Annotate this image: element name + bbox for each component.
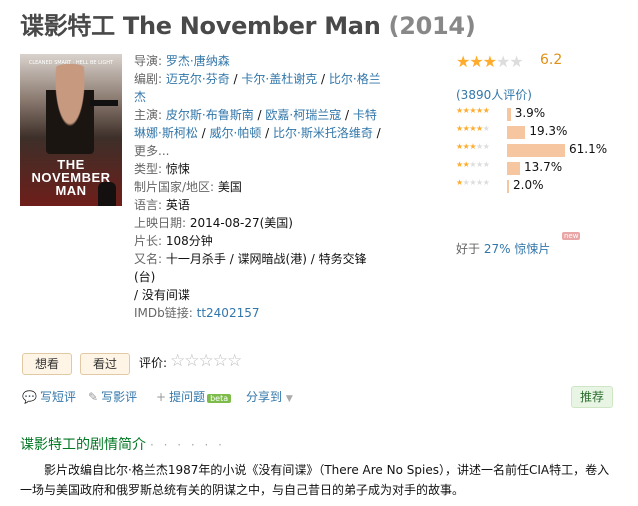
genre-row: 类型: 惊悚	[134, 160, 384, 178]
rating-dist-row: ★★★★★ 13.7%	[456, 160, 631, 178]
summary-heading: 谍影特工的剧情简介 · · · · · ·	[20, 437, 225, 453]
stars-1-icon: ★★★★★	[456, 178, 490, 187]
imdb-label: IMDb链接:	[134, 306, 193, 320]
cast-link[interactable]: 威尔·帕顿	[210, 126, 262, 140]
cast-label: 主演:	[134, 108, 163, 122]
plus-icon: +	[156, 390, 167, 404]
dist-bar	[507, 162, 520, 175]
better-than-link[interactable]: 27% 惊悚片	[484, 242, 551, 256]
language-label: 语言:	[134, 198, 163, 212]
dist-percent: 3.9%	[514, 106, 546, 120]
writer-label: 编剧:	[134, 72, 163, 86]
runtime-row: 片长: 108分钟	[134, 232, 384, 250]
director-label: 导演:	[134, 54, 163, 68]
action-bar: 💬 写短评 ✎ 写影评 + 提问题 beta 分享到 ▼	[22, 388, 618, 410]
aka-label: 又名:	[134, 252, 163, 266]
genre-value: 惊悚	[165, 162, 190, 176]
dist-percent: 61.1%	[569, 142, 608, 156]
dist-bar	[507, 144, 565, 157]
dist-bar	[507, 180, 509, 193]
want-button[interactable]: 想看	[22, 353, 72, 375]
cast-link[interactable]: 皮尔斯·布鲁斯南	[166, 108, 254, 122]
short-review-link[interactable]: 💬 写短评	[22, 388, 76, 405]
country-label: 制片国家/地区:	[134, 180, 215, 194]
aka-value: 十一月杀手 / 谍网暗战(港) / 特务交锋(台)	[134, 252, 367, 284]
dist-percent: 13.7%	[524, 160, 563, 174]
title-en: The November Man	[122, 12, 381, 40]
release-value: 2014-08-27(美国)	[189, 216, 293, 230]
movie-info: 导演: 罗杰·唐纳森 编剧: 迈克尔·芬奇 / 卡尔·盖杜谢克 / 比尔·格兰杰…	[134, 52, 384, 322]
writer-row: 编剧: 迈克尔·芬奇 / 卡尔·盖杜谢克 / 比尔·格兰杰	[134, 72, 381, 104]
runtime-value: 108分钟	[165, 234, 213, 248]
writer-link[interactable]: 卡尔·盖杜谢克	[241, 72, 317, 86]
language-row: 语言: 英语	[134, 196, 384, 214]
new-badge: new	[562, 232, 581, 240]
dist-percent: 2.0%	[513, 178, 544, 192]
stars-4-icon: ★★★★★	[456, 124, 490, 133]
comment-icon: 💬	[22, 390, 37, 404]
country-row: 制片国家/地区: 美国	[134, 178, 384, 196]
writer-link[interactable]: 迈克尔·芬奇	[166, 72, 230, 86]
rating-panel: ★★★★★ 6.2 (3890人评价) ★★★★★ 3.9% ★★★★★ 19.…	[456, 52, 626, 256]
runtime-label: 片长:	[134, 234, 163, 248]
rate-stars-input[interactable]: ☆☆☆☆☆	[170, 351, 242, 371]
aka-row-cont: / 没有间谍	[134, 288, 190, 302]
dist-bar	[507, 108, 511, 121]
stars-2-icon: ★★★★★	[456, 160, 490, 169]
rating-dist-row: ★★★★★ 2.0%	[456, 178, 631, 196]
beta-badge: beta	[207, 394, 232, 403]
release-row: 上映日期: 2014-08-27(美国)	[134, 214, 384, 232]
poster-gun	[90, 100, 118, 106]
rating-dist-row: ★★★★★ 19.3%	[456, 124, 631, 142]
summary-text: 影片改编自比尔·格兰杰1987年的小说《没有间谍》（There Are No S…	[20, 463, 610, 497]
cast-link[interactable]: 欧嘉·柯瑞兰寇	[265, 108, 341, 122]
director-link[interactable]: 罗杰·唐纳森	[166, 54, 230, 68]
dist-bar	[507, 126, 526, 139]
rating-score: 6.2	[540, 52, 563, 68]
share-link[interactable]: 分享到 ▼	[246, 388, 293, 405]
poster-figure	[46, 64, 94, 154]
poster-woman-figure	[98, 182, 116, 206]
language-value: 英语	[165, 198, 190, 212]
rating-dist-row: ★★★★★ 3.9%	[456, 106, 631, 124]
aka-row: 又名: 十一月杀手 / 谍网暗战(港) / 特务交锋(台)	[134, 250, 384, 286]
dist-percent: 19.3%	[529, 124, 568, 138]
votes-link[interactable]: (3890人评价)	[456, 86, 532, 103]
imdb-row: IMDb链接: tt2402157	[134, 304, 384, 322]
page-title: 谍影特工 The November Man (2014)	[20, 6, 476, 41]
more-cast-link[interactable]: 更多...	[134, 144, 169, 158]
recommend-button[interactable]: 推荐	[571, 386, 613, 408]
stars-3-icon: ★★★★★	[456, 142, 490, 151]
heading-dots: · · · · · ·	[150, 438, 225, 452]
director-row: 导演: 罗杰·唐纳森	[134, 52, 384, 70]
stars-5-icon: ★★★★★	[456, 106, 490, 115]
cast-row: 主演: 皮尔斯·布鲁斯南 / 欧嘉·柯瑞兰寇 / 卡特琳娜·斯柯松 / 威尔·帕…	[134, 108, 381, 158]
better-than: 好于 27% 惊悚片 new	[456, 232, 581, 256]
review-link[interactable]: ✎ 写影评	[88, 388, 137, 405]
genre-label: 类型:	[134, 162, 163, 176]
rate-label: 评价:	[139, 356, 168, 370]
seen-button[interactable]: 看过	[80, 353, 130, 375]
rating-dist-row: ★★★★★ 61.1%	[456, 142, 631, 160]
title-year: (2014)	[388, 12, 476, 40]
imdb-link[interactable]: tt2402157	[197, 306, 260, 320]
pencil-icon: ✎	[88, 390, 99, 404]
title-cn: 谍影特工	[20, 12, 115, 40]
country-value: 美国	[217, 180, 242, 194]
movie-poster[interactable]: CLEANED SMART · HELL BE LIGHT THE NOVEMB…	[20, 54, 122, 206]
ask-link[interactable]: + 提问题 beta	[156, 388, 232, 405]
chevron-down-icon: ▼	[285, 394, 293, 404]
release-label: 上映日期:	[134, 216, 187, 230]
cast-link[interactable]: 比尔·斯米托洛维奇	[273, 126, 373, 140]
